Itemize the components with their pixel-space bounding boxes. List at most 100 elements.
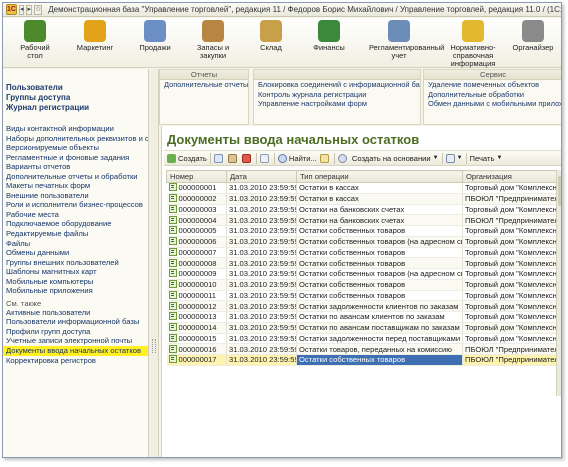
nav-link[interactable]: Роли и исполнители бизнес-процессов — [3, 200, 148, 210]
table-row[interactable]: 000000012 31.03.2010 23:59:59 Остатки задо… — [166, 300, 561, 312]
table-cell[interactable]: 31.03.2010 23:59:59 — [226, 257, 297, 269]
create-based-on-button[interactable]: Создать на основании ▼ — [352, 154, 439, 163]
column-header-date[interactable]: Дата — [226, 170, 297, 183]
section-organizer[interactable]: Органайзер — [503, 20, 561, 52]
section-accounting[interactable]: Регламентированный учет — [369, 20, 444, 60]
table-cell[interactable]: ПБОЮЛ "Предприниматель" — [462, 354, 561, 366]
table-cell[interactable]: Остатки задолженности перед поставщиками… — [296, 333, 463, 345]
section-warehouse[interactable]: Склад — [241, 20, 301, 52]
see-also-link[interactable]: Пользователи информационной базы — [3, 317, 148, 327]
table-cell[interactable]: Остатки собственных товаров — [296, 225, 463, 237]
nav-link[interactable]: Макеты печатных форм — [3, 181, 148, 191]
find-button[interactable]: Найти... — [277, 153, 317, 163]
table-row[interactable]: 000000008 31.03.2010 23:59:59 Остатки собс… — [166, 257, 561, 269]
table-row[interactable]: 000000006 31.03.2010 23:59:59 Остатки собс… — [166, 236, 561, 248]
table-cell[interactable]: ПБОЮЛ "Предприниматель" — [462, 214, 561, 226]
table-cell[interactable]: 000000015 — [166, 333, 227, 345]
report-button[interactable]: ▼ — [445, 153, 463, 163]
table-cell[interactable]: 31.03.2010 23:59:59 — [226, 322, 297, 334]
panel-link[interactable]: Обмен данными с мобильными приложениями — [424, 99, 561, 109]
back-icon[interactable]: ◂ — [18, 4, 25, 15]
see-also-link[interactable]: Документы ввода начальных остатков — [3, 346, 148, 356]
table-cell[interactable]: Торговый дом "Комплексный" — [462, 322, 561, 334]
table-cell[interactable]: Торговый дом "Комплексный" — [462, 204, 561, 216]
table-cell[interactable]: Остатки в кассах — [296, 193, 463, 205]
nav-link[interactable]: Виды контактной информации — [3, 124, 148, 134]
table-row[interactable]: 000000002 31.03.2010 23:59:59 Остатки в ка… — [166, 193, 561, 205]
panel-link[interactable]: Удаление помеченных объектов — [424, 80, 561, 90]
table-cell[interactable]: Остатки собственных товаров — [296, 257, 463, 269]
table-cell[interactable]: 000000008 — [166, 257, 227, 269]
nav-bold-link[interactable]: Пользователи — [3, 83, 148, 93]
table-cell[interactable]: ПБОЮЛ "Предприниматель" — [462, 343, 561, 355]
nav-link[interactable]: Файлы — [3, 239, 148, 249]
table-cell[interactable]: Торговый дом "Комплексный" — [462, 311, 561, 323]
table-cell[interactable]: 31.03.2010 23:59:59 — [226, 300, 297, 312]
table-cell[interactable]: 31.03.2010 23:59:59 — [226, 343, 297, 355]
nav-link[interactable]: Группы внешних пользователей — [3, 258, 148, 268]
table-row[interactable]: 000000010 31.03.2010 23:59:59 Остатки собс… — [166, 279, 561, 291]
table-cell[interactable]: 000000003 — [166, 204, 227, 216]
panel-link[interactable]: Дополнительные отчеты — [160, 80, 248, 90]
table-cell[interactable]: Торговый дом "Комплексный" — [462, 247, 561, 259]
table-cell[interactable]: Остатки в кассах — [296, 182, 463, 194]
panel-link[interactable]: Контроль журнала регистрации — [254, 90, 420, 100]
splitter-grip-icon[interactable] — [152, 339, 156, 353]
nav-link[interactable]: Обмены данными — [3, 248, 148, 258]
column-header-number[interactable]: Номер — [166, 170, 227, 183]
nav-link[interactable]: Рабочие места — [3, 210, 148, 220]
table-cell[interactable]: Остатки собственных товаров — [296, 279, 463, 291]
section-marketing[interactable]: Маркетинг — [65, 20, 125, 52]
table-cell[interactable]: 31.03.2010 23:59:59 — [226, 333, 297, 345]
see-also-link[interactable]: Учетные записи электронной почты — [3, 336, 148, 346]
print-button[interactable]: Печать ▼ — [470, 154, 503, 163]
table-cell[interactable]: ПБОЮЛ "Предприниматель" — [462, 193, 561, 205]
nav-link[interactable]: Шаблоны магнитных карт — [3, 267, 148, 277]
table-cell[interactable]: Остатки на банковских счетах — [296, 214, 463, 226]
see-also-link[interactable]: Активные пользователи — [3, 308, 148, 318]
table-cell[interactable]: 000000001 — [166, 182, 227, 194]
table-cell[interactable]: 000000006 — [166, 236, 227, 248]
table-cell[interactable]: 31.03.2010 23:59:59 — [226, 279, 297, 291]
table-cell[interactable]: 000000005 — [166, 225, 227, 237]
table-cell[interactable]: 000000009 — [166, 268, 227, 280]
table-cell[interactable]: 000000007 — [166, 247, 227, 259]
panel-link[interactable]: Управление настройками форм — [254, 99, 420, 109]
table-cell[interactable]: Остатки задолженности клиентов по заказа… — [296, 300, 463, 312]
table-cell[interactable]: 000000013 — [166, 311, 227, 323]
table-row[interactable]: 000000011 31.03.2010 23:59:59 Остатки собс… — [166, 290, 561, 302]
table-row[interactable]: 000000005 31.03.2010 23:59:59 Остатки собс… — [166, 225, 561, 237]
column-header-organization[interactable]: Организация — [462, 170, 561, 183]
table-cell[interactable]: Остатки по авансам поставщикам по заказа… — [296, 322, 463, 334]
table-cell[interactable]: 000000016 — [166, 343, 227, 355]
table-scrollbar[interactable] — [556, 170, 561, 396]
search-button[interactable] — [337, 153, 349, 163]
table-cell[interactable]: 31.03.2010 23:59:59 — [226, 247, 297, 259]
table-cell[interactable]: Торговый дом "Комплексный" — [462, 182, 561, 194]
nav-link[interactable]: Регламентные и фоновые задания — [3, 153, 148, 163]
table-cell[interactable]: 31.03.2010 23:59:59 — [226, 204, 297, 216]
table-cell[interactable]: 000000014 — [166, 322, 227, 334]
table-cell[interactable]: 000000002 — [166, 193, 227, 205]
table-row[interactable]: 000000001 31.03.2010 23:59:59 Остатки в ка… — [166, 182, 561, 194]
nav-bold-link[interactable]: Журнал регистрации — [3, 103, 148, 113]
table-cell[interactable]: 000000012 — [166, 300, 227, 312]
table-row[interactable]: 000000007 31.03.2010 23:59:59 Остатки собс… — [166, 247, 561, 259]
section-desktop[interactable]: Рабочий стол — [5, 20, 65, 60]
table-cell[interactable]: 31.03.2010 23:59:59 — [226, 311, 297, 323]
table-cell[interactable]: Торговый дом "Комплексный" — [462, 279, 561, 291]
table-cell[interactable]: 31.03.2010 23:59:59 — [226, 193, 297, 205]
table-cell[interactable]: Остатки товаров, переданных на комиссию — [296, 343, 463, 355]
nav-link[interactable]: Мобильные приложения — [3, 286, 148, 296]
table-row[interactable]: 000000015 31.03.2010 23:59:59 Остатки задо… — [166, 333, 561, 345]
see-also-link[interactable]: Профили групп доступа — [3, 327, 148, 337]
table-cell[interactable]: 31.03.2010 23:59:59 — [226, 268, 297, 280]
table-cell[interactable]: Остатки собственных товаров — [296, 247, 463, 259]
nav-link[interactable]: Подключаемое оборудование — [3, 219, 148, 229]
nav-link[interactable]: Мобильные компьютеры — [3, 277, 148, 287]
table-cell[interactable]: 000000004 — [166, 214, 227, 226]
table-cell[interactable]: Остатки на банковских счетах — [296, 204, 463, 216]
table-cell[interactable]: 000000010 — [166, 279, 227, 291]
panel-link[interactable]: Блокировка соединений с информационной б… — [254, 80, 420, 90]
nav-link[interactable]: Наборы дополнительных реквизитов и с... — [3, 134, 148, 144]
